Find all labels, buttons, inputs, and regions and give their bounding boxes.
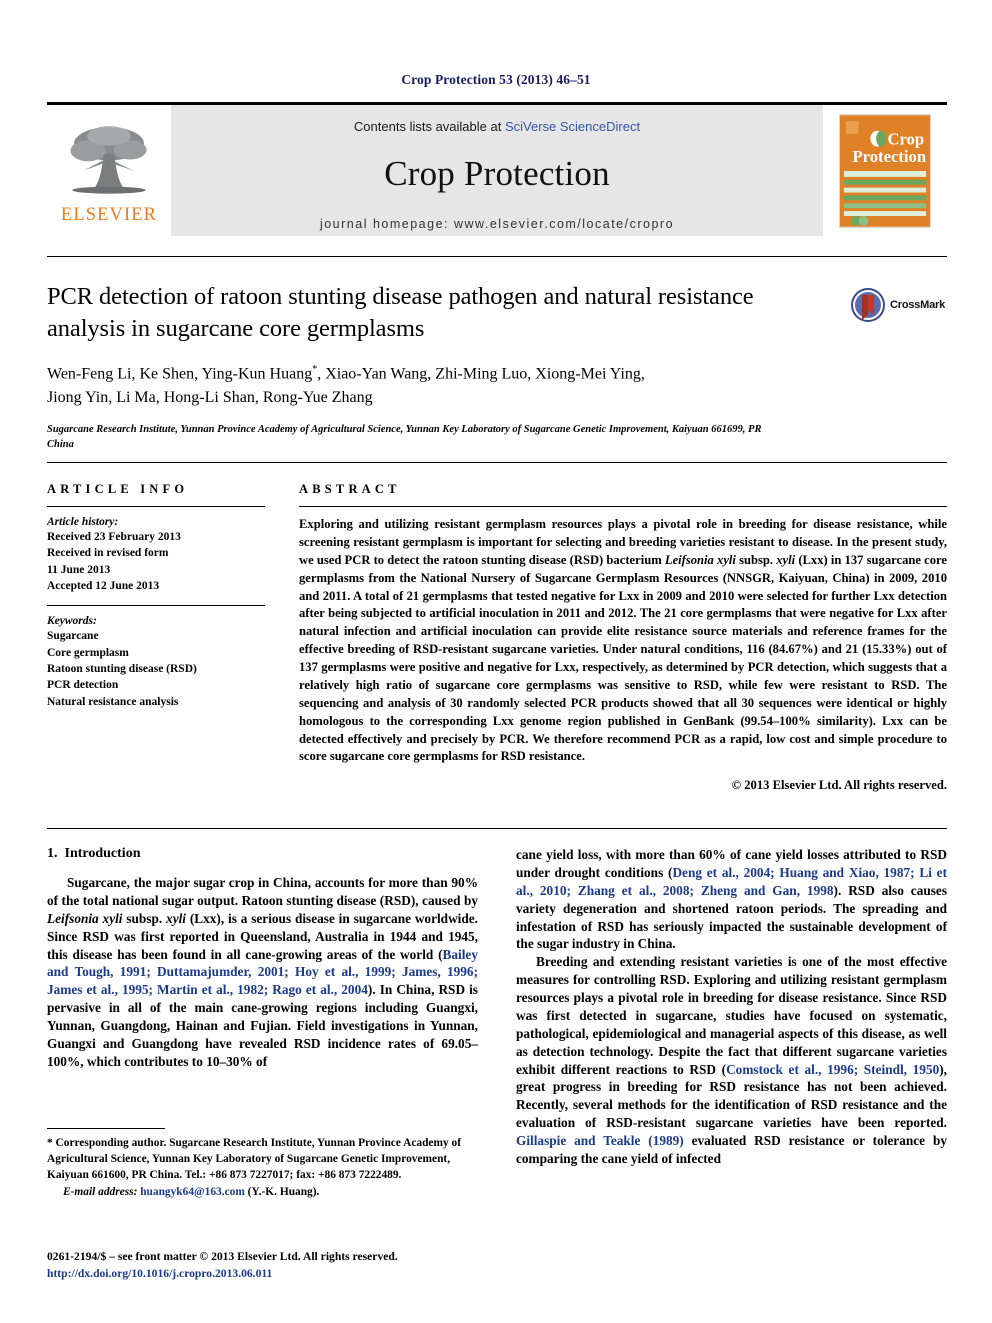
svg-text:Crop: Crop <box>887 129 924 148</box>
info-abstract-row: ARTICLE INFO Article history: Received 2… <box>47 482 947 793</box>
author-affiliation: Sugarcane Research Institute, Yunnan Pro… <box>47 423 762 451</box>
body-column-left: 1. Introduction Sugarcane, the major suga… <box>47 846 478 1168</box>
journal-banner: Contents lists available at SciVerse Sci… <box>171 105 823 236</box>
footnote-rule <box>47 1128 165 1129</box>
citation-link[interactable]: Gillaspie and Teakle (1989) <box>516 1133 684 1148</box>
body-column-right: cane yield loss, with more than 60% of c… <box>516 846 947 1168</box>
section-number: 1. <box>47 846 58 861</box>
p1-b: subsp. <box>122 910 167 926</box>
citation-link[interactable]: Comstock et al., 1996; Steindl, 1950 <box>726 1062 939 1077</box>
keywords-label: Keywords: <box>47 615 97 628</box>
imprint-block: 0261-2194/$ – see front matter © 2013 El… <box>47 1248 547 1283</box>
running-head: Crop Protection 53 (2013) 46–51 <box>401 72 591 87</box>
article-title: PCR detection of ratoon stunting disease… <box>47 283 754 343</box>
abstract-part-3: (Lxx) in 137 sugarcane core germplasms f… <box>299 552 947 764</box>
abstract-part-2: subsp. <box>735 552 777 567</box>
journal-title: Crop Protection <box>384 154 610 193</box>
cover-image: Crop Protection <box>839 113 931 228</box>
keyword-item: PCR detection <box>47 679 119 692</box>
article-history-label: Article history: <box>47 516 119 528</box>
crossmark-label: CrossMark <box>890 299 946 311</box>
journal-homepage-link[interactable]: journal homepage: www.elsevier.com/locat… <box>320 217 674 231</box>
keyword-item: Sugarcane <box>47 630 99 643</box>
abstract-italic-2: xyli <box>776 552 796 567</box>
p1-italic-1: Leifsonia xyli <box>47 910 123 926</box>
email-suffix: (Y.-K. Huang). <box>244 1185 320 1198</box>
journal-cover-thumbnail: Crop Protection <box>823 105 947 236</box>
article-info-column: ARTICLE INFO Article history: Received 2… <box>47 482 265 793</box>
keyword-item: Natural resistance analysis <box>47 695 179 708</box>
intro-paragraph-2: cane yield loss, with more than 60% of c… <box>516 846 947 953</box>
corresponding-author-footnote: * Corresponding author. Sugarcane Resear… <box>47 1128 478 1201</box>
keyword-item: Ratoon stunting disease (RSD) <box>47 662 197 675</box>
p1-italic-2: xyli <box>166 910 186 926</box>
history-item: 11 June 2013 <box>47 563 111 576</box>
title-divider <box>47 256 947 257</box>
journal-masthead: ELSEVIER Contents lists available at Sci… <box>47 102 947 236</box>
footnote-text: * Corresponding author. Sugarcane Resear… <box>47 1137 461 1181</box>
abstract-heading: ABSTRACT <box>299 482 401 496</box>
elsevier-tree-icon <box>70 126 147 194</box>
article-header: CrossMark PCR detection of ratoon stunti… <box>47 281 947 453</box>
issn-copyright-line: 0261-2194/$ – see front matter © 2013 El… <box>47 1250 398 1263</box>
doi-link[interactable]: http://dx.doi.org/10.1016/j.cropro.2013.… <box>47 1265 547 1282</box>
email-label: E-mail address: <box>63 1185 138 1198</box>
crossmark-icon <box>851 288 885 322</box>
svg-text:Protection: Protection <box>853 147 927 166</box>
keywords-rule <box>47 605 265 607</box>
abstract-column: ABSTRACT Exploring and utilizing resista… <box>299 482 947 793</box>
elsevier-wordmark: ELSEVIER <box>60 204 158 225</box>
section-label: Introduction <box>64 846 141 861</box>
email-link[interactable]: huangyk64@163.com <box>140 1186 245 1198</box>
abstract-rule <box>299 506 947 507</box>
journal-article-page: Crop Protection 53 (2013) 46–51 ELSEVIER… <box>0 0 992 1323</box>
abstract-text: Exploring and utilizing resistant germpl… <box>299 516 947 766</box>
footnote-email-line: E-mail address: huangyk64@163.com (Y.-K.… <box>47 1185 478 1201</box>
crossmark-badge[interactable]: CrossMark <box>851 285 947 325</box>
abstract-divider-top <box>47 462 947 463</box>
contents-list-line: Contents lists available at SciVerse Sci… <box>354 119 640 134</box>
article-body: 1. Introduction Sugarcane, the major suga… <box>47 846 947 1168</box>
abstract-divider-bottom <box>47 828 947 829</box>
authors-line-1: Wen-Feng Li, Ke Shen, Ying-Kun Huang <box>47 364 313 382</box>
contents-prefix: Contents lists available at <box>353 119 505 134</box>
authors-line-2: Jiong Yin, Li Ma, Hong-Li Shan, Rong-Yue… <box>47 389 373 407</box>
abstract-copyright: © 2013 Elsevier Ltd. All rights reserved… <box>731 778 947 793</box>
section-title-introduction: 1. Introduction <box>47 846 478 862</box>
history-item: Accepted 12 June 2013 <box>47 579 160 592</box>
history-item: Received in revised form <box>47 547 169 560</box>
history-item: Received 23 February 2013 <box>47 531 181 543</box>
abstract-italic-1: Leifsonia xyli <box>664 552 736 567</box>
keyword-item: Core germplasm <box>47 646 129 659</box>
elsevier-logo: ELSEVIER <box>47 105 171 236</box>
author-list: Wen-Feng Li, Ke Shen, Ying-Kun Huang*, X… <box>47 362 837 411</box>
authors-line-1-rest: , Xiao-Yan Wang, Zhi-Ming Luo, Xiong-Mei… <box>317 364 645 382</box>
p3-a: Breeding and extending resistant varieti… <box>516 954 947 1077</box>
p1-a: Sugarcane, the major sugar crop in China… <box>47 875 478 908</box>
article-info-rule <box>47 506 265 507</box>
intro-paragraph-1: Sugarcane, the major sugar crop in China… <box>47 874 478 1071</box>
article-info-heading: ARTICLE INFO <box>47 482 189 496</box>
intro-paragraph-3: Breeding and extending resistant varieti… <box>516 953 947 1168</box>
sciencedirect-link[interactable]: SciVerse ScienceDirect <box>505 119 640 134</box>
